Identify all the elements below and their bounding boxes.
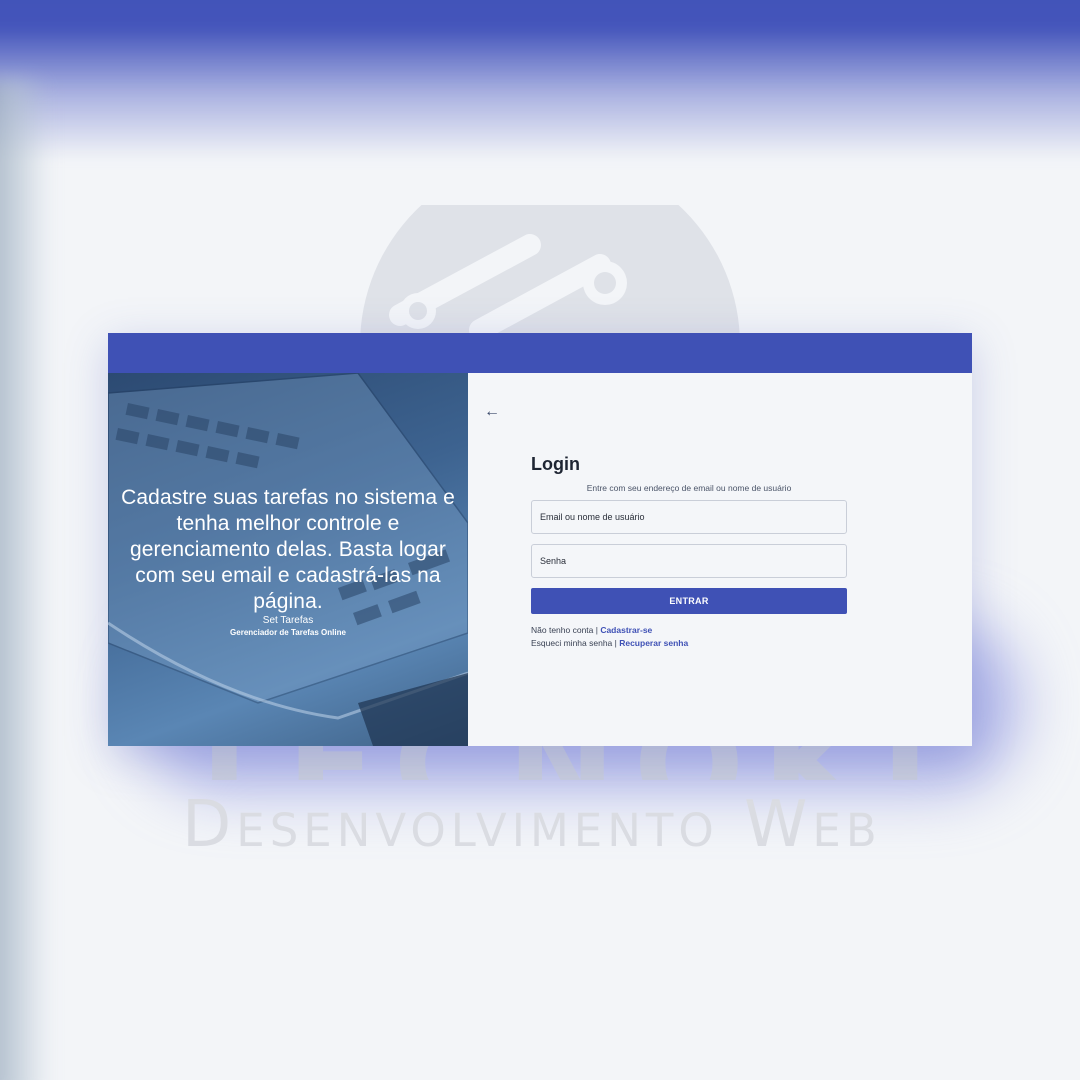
login-form: Login Entre com seu endereço de email ou… (531, 453, 847, 650)
recover-password-link[interactable]: Recuperar senha (619, 638, 688, 648)
hero-brand-name: Set Tarefas (262, 615, 314, 626)
backdrop-left-edge (0, 80, 50, 1080)
forgot-password-text: Esqueci minha senha | (531, 638, 620, 648)
auth-links: Não tenho conta | Cadastrar-se Esqueci m… (531, 624, 847, 650)
hero-message: Cadastre suas tarefas no sistema e tenha… (121, 486, 455, 613)
watermark-logo-icon (360, 205, 740, 345)
login-card: Cadastre suas tarefas no sistema e tenha… (108, 333, 972, 746)
login-title: Login (531, 454, 580, 474)
password-field[interactable] (531, 544, 847, 578)
register-link[interactable]: Cadastrar-se (600, 625, 652, 635)
no-account-text: Não tenho conta | (531, 625, 601, 635)
arrow-left-icon[interactable]: ← (484, 403, 502, 421)
backdrop-top-band (0, 0, 1080, 160)
watermark-subtitle: Desenvolvimento Web (182, 788, 882, 862)
login-panel: ← Login Entre com seu endereço de email … (468, 373, 972, 746)
login-subtitle: Entre com seu endereço de email ou nome … (586, 483, 792, 493)
email-field[interactable] (531, 500, 847, 534)
hero-tagline: Gerenciador de Tarefas Online (230, 628, 346, 637)
recover-row: Esqueci minha senha | Recuperar senha (531, 637, 847, 650)
card-header-bar (108, 333, 972, 373)
login-button[interactable]: ENTRAR (531, 588, 847, 614)
hero-text-block: Cadastre suas tarefas no sistema e tenha… (116, 485, 460, 639)
hero-panel: Cadastre suas tarefas no sistema e tenha… (108, 373, 468, 746)
register-row: Não tenho conta | Cadastrar-se (531, 624, 847, 637)
